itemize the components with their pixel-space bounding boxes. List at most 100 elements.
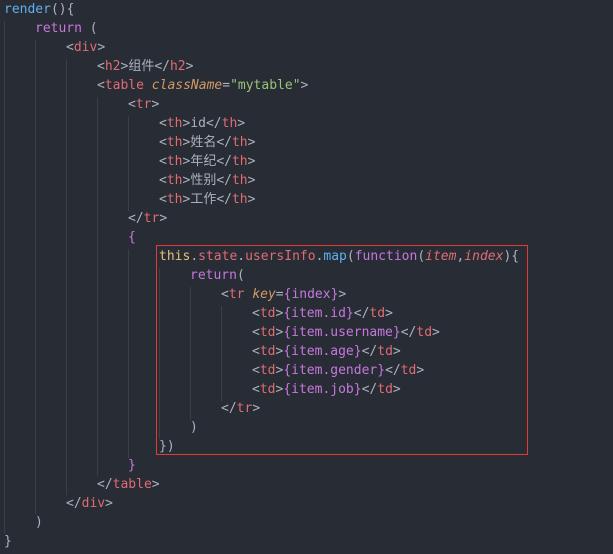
code-token: th	[166, 192, 183, 207]
code-token: <	[252, 363, 260, 378]
code-token: (	[81, 21, 98, 36]
code-line[interactable]: render(){	[4, 0, 74, 19]
code-token: 性别	[190, 173, 217, 188]
code-token: <	[159, 116, 167, 131]
code-token: tr	[236, 401, 253, 416]
code-token: <	[252, 306, 260, 321]
code-line[interactable]: }	[4, 532, 12, 551]
code-token: th	[231, 154, 248, 169]
code-token: >	[338, 287, 347, 302]
code-token: th	[166, 135, 183, 150]
code-token: ){	[503, 249, 520, 264]
code-token: td	[400, 363, 417, 378]
code-token: </	[385, 363, 401, 378]
code-token: (	[346, 249, 355, 264]
code-token: td	[416, 325, 433, 340]
code-token: }	[4, 534, 12, 549]
code-token: <	[252, 325, 260, 340]
code-token: </	[66, 496, 82, 511]
code-line[interactable]: </tr>	[128, 209, 167, 228]
code-line[interactable]: <th>性别</th>	[159, 171, 255, 190]
code-token: function	[354, 249, 418, 264]
code-token: td	[259, 363, 276, 378]
code-editor[interactable]: render(){ return ( <div> <h2>组件</h2> <ta…	[0, 0, 613, 554]
code-line[interactable]: <td>{item.gender}</td>	[252, 361, 424, 380]
code-token: >	[105, 496, 113, 511]
code-token: {	[128, 230, 136, 245]
code-line[interactable]: {	[128, 228, 136, 247]
code-line[interactable]: }	[128, 456, 136, 475]
code-token: </	[361, 344, 378, 359]
code-line[interactable]: <td>{item.username}</td>	[252, 323, 440, 342]
code-token: )	[35, 515, 43, 530]
code-token: <	[97, 78, 105, 93]
code-token: th	[231, 135, 248, 150]
code-token: {item.age}	[283, 344, 362, 359]
code-line[interactable]: return (	[35, 19, 98, 38]
code-line[interactable]: return(	[190, 266, 245, 285]
code-token: =	[275, 287, 284, 302]
code-token: >	[385, 306, 393, 321]
code-line[interactable]: <th>工作</th>	[159, 190, 255, 209]
code-token: "mytable"	[230, 78, 301, 93]
code-token: >	[159, 211, 168, 226]
code-token: <	[128, 97, 136, 112]
code-token: </	[221, 401, 237, 416]
code-line[interactable]: <th>姓名</th>	[159, 133, 255, 152]
code-token: >	[247, 135, 256, 150]
code-token: div	[73, 40, 98, 55]
code-token: >	[237, 116, 246, 131]
code-token: <	[221, 287, 229, 302]
code-line[interactable]: <tr>	[128, 95, 159, 114]
code-token: td	[259, 344, 276, 359]
code-token: >	[97, 40, 106, 55]
code-token: return	[190, 268, 237, 283]
code-token: <	[159, 192, 167, 207]
code-token: </	[205, 116, 222, 131]
code-token: {item.gender}	[283, 363, 386, 378]
code-line[interactable]: </table>	[97, 475, 160, 494]
indent-guide	[128, 249, 129, 458]
code-token: <	[159, 154, 167, 169]
code-line[interactable]: <tr key={index}>	[221, 285, 346, 304]
indent-guide	[97, 97, 98, 476]
code-token: className	[151, 78, 223, 93]
code-token: 组件	[128, 59, 155, 74]
code-token: <	[159, 173, 167, 188]
code-token: >	[392, 344, 401, 359]
code-line[interactable]: <table className="mytable">	[97, 76, 308, 95]
code-token: </	[400, 325, 417, 340]
code-line[interactable]: this.state.usersInfo.map(function(item,i…	[159, 247, 519, 266]
code-line[interactable]: <h2>组件</h2>	[97, 57, 193, 76]
code-line[interactable]: <td>{item.id}</td>	[252, 304, 393, 323]
code-token: th	[166, 173, 183, 188]
code-token: </	[353, 306, 370, 321]
code-token: >	[432, 325, 440, 340]
code-token: td	[377, 382, 393, 397]
code-line[interactable]: <th>年纪</th>	[159, 152, 255, 171]
code-line[interactable]: })	[159, 437, 175, 456]
code-token: item	[425, 249, 457, 264]
code-token: </	[216, 173, 232, 188]
code-token: >	[252, 401, 261, 416]
code-line[interactable]: </div>	[66, 494, 113, 513]
code-token: div	[81, 496, 106, 511]
code-token: th	[231, 192, 248, 207]
code-token: <	[97, 59, 105, 74]
code-line[interactable]: <td>{item.job}</td>	[252, 380, 401, 399]
code-token: >	[151, 97, 160, 112]
code-line[interactable]: <td>{item.age}</td>	[252, 342, 401, 361]
code-line[interactable]: )	[35, 513, 43, 532]
code-line[interactable]: <th>id</th>	[159, 114, 245, 133]
indent-guide	[66, 59, 67, 495]
code-line[interactable]: </tr>	[221, 399, 260, 418]
code-token: td	[259, 306, 276, 321]
code-token: (	[236, 268, 245, 283]
code-token: th	[166, 116, 183, 131]
code-line[interactable]: )	[190, 418, 198, 437]
code-line[interactable]: <div>	[66, 38, 105, 57]
code-token: render	[4, 2, 51, 17]
code-token: </	[216, 135, 232, 150]
code-token: {item.username}	[283, 325, 401, 340]
code-token: <	[159, 135, 167, 150]
